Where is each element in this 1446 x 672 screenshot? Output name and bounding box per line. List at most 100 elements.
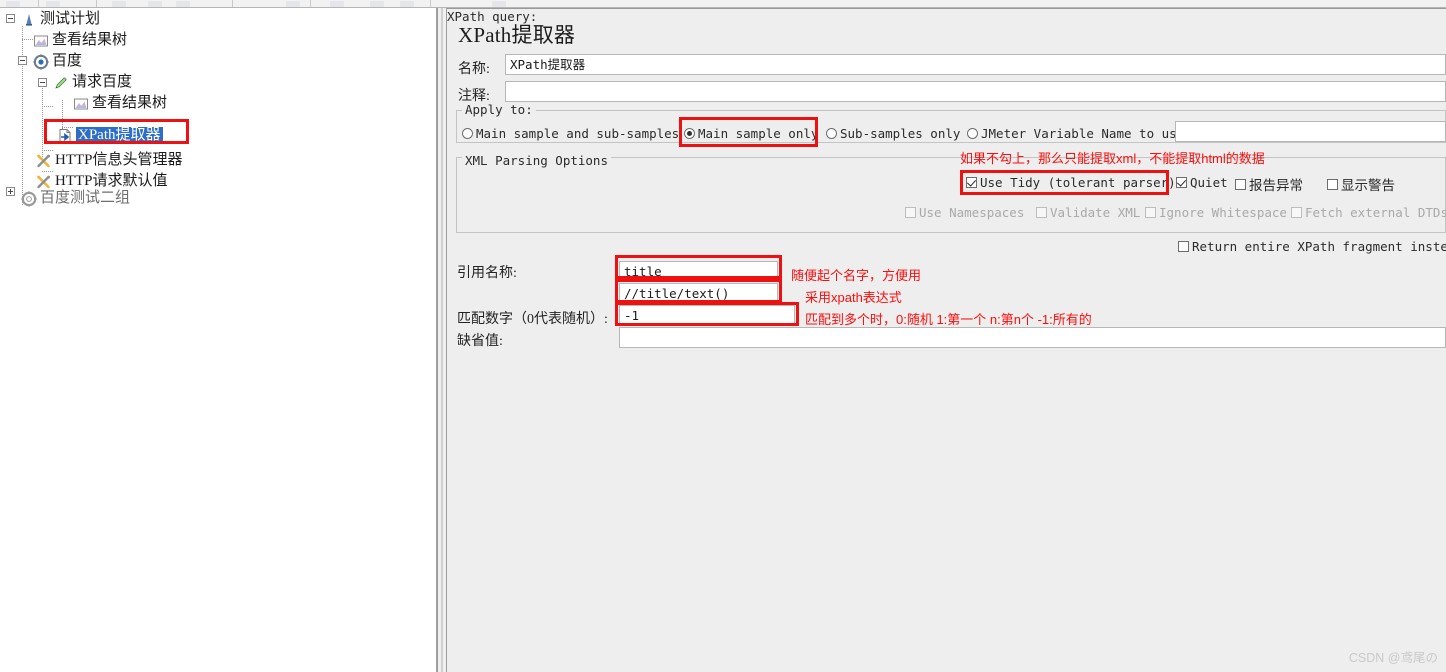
checkbox-quiet[interactable]: Quiet [1176,175,1228,190]
panel-splitter[interactable] [437,8,447,672]
tree-node-test-plan[interactable]: 测试计划 [21,9,100,30]
test-plan-icon [21,12,37,28]
tree-node-view-results-tree[interactable]: 查看结果树 [33,30,127,51]
tree-connector [22,26,23,206]
toolbar-button[interactable] [6,1,20,7]
checkbox-report-errors[interactable]: 报告异常 [1235,174,1303,194]
apply-to-legend: Apply to: [462,102,536,117]
checkbox-icon-checked [1176,177,1187,188]
toolbar-separator [38,0,39,7]
xpath-query-input[interactable]: //title/text() [619,283,778,304]
checkbox-fetch-external-dtds[interactable]: Fetch external DTDs [1291,205,1446,220]
radio-main-sample-only[interactable]: Main sample only [684,126,818,141]
checkbox-use-tidy[interactable]: Use Tidy (tolerant parser) [966,175,1176,190]
thread-group-icon [33,54,49,70]
checkbox-icon-disabled [1036,207,1047,218]
tree-node-thread-group-baidu[interactable]: 百度 [33,51,82,72]
toolbar-button[interactable] [492,1,506,7]
radio-icon [826,128,837,139]
checkbox-return-entire-xpath-fragment[interactable]: Return entire XPath fragment instea [1178,239,1446,254]
radio-label: JMeter Variable Name to use [981,126,1184,141]
tree-connector [42,78,43,160]
tree-node-label: 查看结果树 [92,96,167,111]
view-results-tree-icon [73,96,89,112]
checkbox-icon-disabled [1291,207,1302,218]
tree-expander-baidu[interactable] [18,56,27,65]
toolbar-button[interactable] [176,1,190,7]
toolbar-strip [0,0,1446,8]
toolbar-separator [96,0,97,7]
csdn-watermark: CSDN @鸢尾の [1349,647,1438,666]
radio-main-sample-and-sub-samples[interactable]: Main sample and sub-samples [462,126,679,141]
checkbox-label: Ignore Whitespace [1159,205,1287,220]
jmeter-variable-input[interactable] [1175,121,1446,142]
name-label: 名称: [458,58,490,78]
page-title: XPath提取器 [458,19,575,49]
checkbox-label: Validate XML [1050,205,1140,220]
tree-expander-test-plan[interactable] [6,14,15,23]
toolbar-separator [232,0,233,7]
checkbox-icon-disabled [1145,207,1156,218]
tree-node-view-results-tree-nested[interactable]: 查看结果树 [73,93,167,114]
tree-node-header-manager[interactable]: HTTP信息头管理器 [36,150,183,171]
xpath-extractor-config-panel: XPath提取器 名称: XPath提取器 注释: Apply to: Main… [447,8,1446,672]
tree-connector [22,39,33,40]
tree-node-http-request[interactable]: 请求百度 [53,72,132,93]
tree-node-label: 测试计划 [40,12,100,27]
tree-node-label: HTTP请求默认值 [55,174,168,189]
checkbox-label: Return entire XPath fragment instea [1192,239,1446,254]
name-input[interactable]: XPath提取器 [505,54,1446,75]
tree-node-thread-group-2[interactable]: 百度测试二组 [21,188,130,209]
tree-node-label: XPath提取器 [76,127,163,144]
checkbox-ignore-whitespace[interactable]: Ignore Whitespace [1145,205,1287,220]
reference-name-label: 引用名称: [457,262,517,282]
comment-input[interactable] [505,81,1446,102]
header-manager-icon [36,153,52,169]
xml-parsing-options-groupbox [456,157,1446,233]
checkbox-label: Quiet [1190,175,1228,190]
toolbar-separator [310,0,311,7]
checkbox-icon [1235,179,1246,190]
checkbox-show-warnings[interactable]: 显示警告 [1327,174,1395,194]
toolbar-button[interactable] [148,1,162,7]
radio-icon [967,128,978,139]
thread-group-icon [21,191,37,207]
toolbar-button[interactable] [112,1,126,7]
reference-name-input[interactable]: title [619,261,778,282]
checkbox-use-namespaces[interactable]: Use Namespaces [905,205,1024,220]
radio-icon [462,128,473,139]
tree-expander-group2[interactable] [6,187,15,196]
tree-node-xpath-extractor[interactable]: XPath提取器 [57,125,163,146]
radio-icon-selected [684,128,695,139]
checkbox-label: 报告异常 [1249,174,1303,194]
checkbox-validate-xml[interactable]: Validate XML [1036,205,1140,220]
default-value-label: 缺省值: [457,330,503,350]
default-value-input[interactable] [619,327,1446,348]
toolbar-separator [430,0,431,7]
toolbar-button[interactable] [46,1,60,7]
toolbar-button[interactable] [400,1,414,7]
tree-connector [42,106,53,107]
checkbox-label: 显示警告 [1341,174,1395,194]
view-results-tree-icon [33,33,49,49]
xml-parsing-legend: XML Parsing Options [462,153,611,168]
radio-sub-samples-only[interactable]: Sub-samples only [826,126,960,141]
test-plan-tree[interactable]: 测试计划 查看结果树 [0,8,437,672]
checkbox-label: Fetch external DTDs [1305,205,1446,220]
radio-label: Sub-samples only [840,126,960,141]
jmeter-window: 测试计划 查看结果树 [0,0,1446,672]
tree-node-label: 百度 [52,54,82,69]
toolbar-button[interactable] [330,1,344,7]
checkbox-icon-checked [966,177,977,188]
annotation-tidy-note: 如果不勾上，那么只能提取xml，不能提取html的数据 [960,148,1265,167]
http-request-icon [53,75,69,91]
toolbar-button[interactable] [286,1,300,7]
match-number-input[interactable]: -1 [619,305,795,326]
radio-label: Main sample only [698,126,818,141]
radio-jmeter-variable-name[interactable]: JMeter Variable Name to use [967,126,1184,141]
tree-expander-request[interactable] [38,78,47,87]
checkbox-label: Use Tidy (tolerant parser) [980,175,1176,190]
tree-node-label: 百度测试二组 [40,191,130,206]
toolbar-button[interactable] [370,1,384,7]
annotation-match-note: 匹配到多个时，0:随机 1:第一个 n:第n个 -1:所有的 [805,309,1092,328]
